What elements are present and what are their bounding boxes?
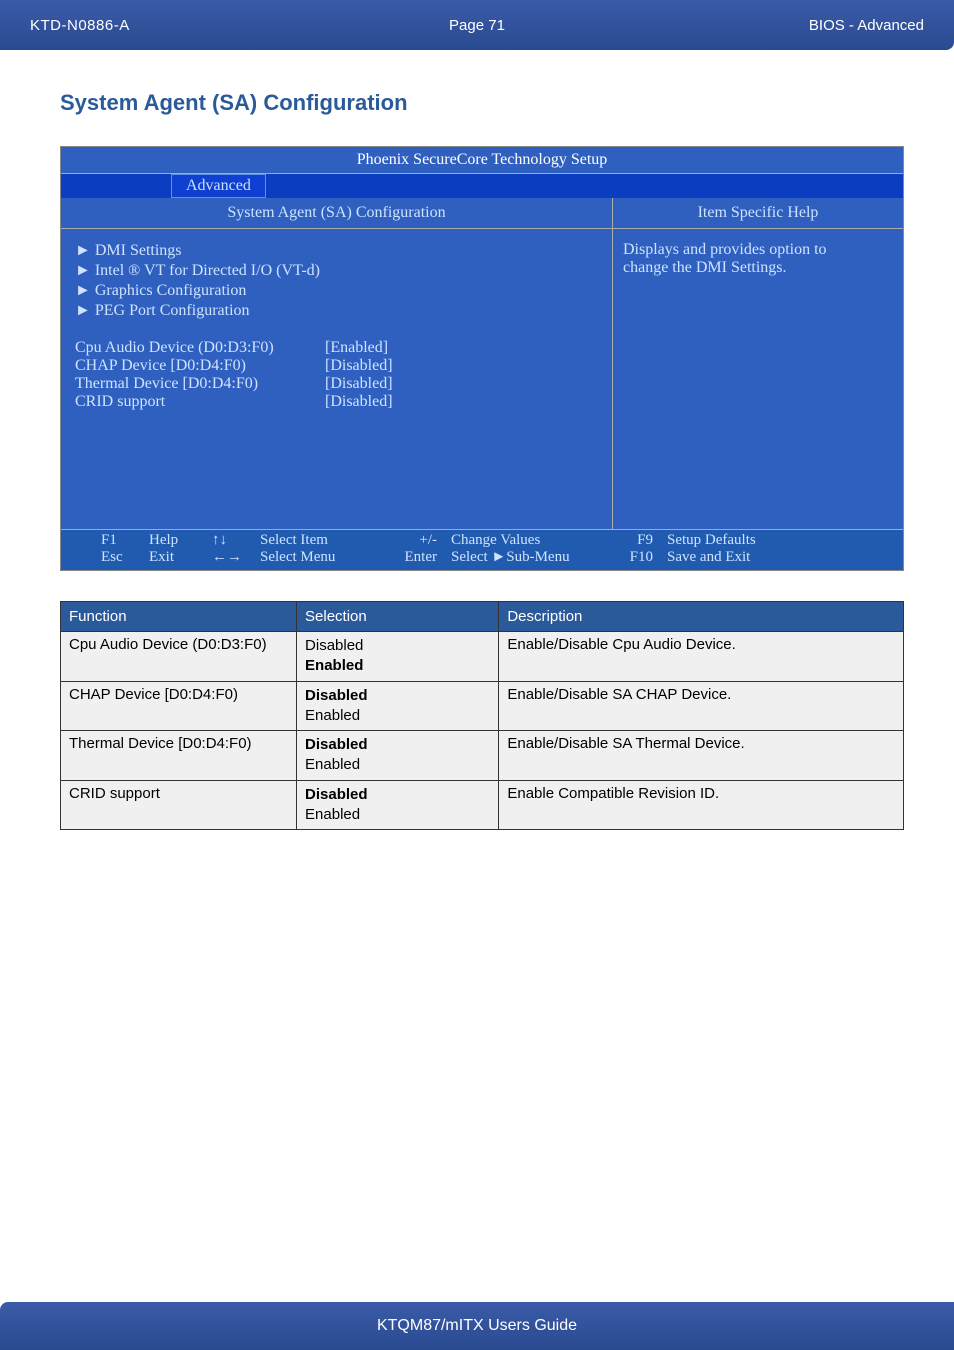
page-footer: KTQM87/mITX Users Guide — [0, 1302, 954, 1350]
selection-option-default: Disabled — [305, 786, 368, 803]
table-row: CRID support Disabled Enabled Enable Com… — [61, 780, 904, 830]
menu-peg-port-config[interactable]: ►PEG Port Configuration — [75, 301, 592, 321]
setting-label: Thermal Device [D0:D4:F0) — [75, 375, 325, 393]
top-header-bar: KTD-N0886-A Page 71 BIOS - Advanced — [0, 0, 954, 50]
selection-cell: Disabled Enabled — [297, 780, 499, 830]
menu-label: DMI Settings — [95, 242, 182, 259]
triangle-icon: ► — [75, 302, 91, 319]
section-heading: System Agent (SA) Configuration — [60, 90, 904, 116]
col-selection: Selection — [297, 602, 499, 632]
selection-option: Enabled — [305, 707, 360, 724]
action-change-values: Change Values — [451, 532, 601, 549]
selection-option: Enabled — [305, 756, 360, 773]
selection-cell: Disabled Enabled — [297, 632, 499, 682]
key-f9: F9 — [609, 532, 659, 549]
func-cell: Cpu Audio Device (D0:D3:F0) — [61, 632, 297, 682]
key-f1: F1 — [101, 532, 141, 549]
action-select-menu: Select Menu — [260, 549, 380, 566]
arrow-leftright-icon: ←→ — [212, 549, 252, 566]
footer-text: KTQM87/mITX Users Guide — [377, 1317, 577, 1335]
func-cell: CRID support — [61, 780, 297, 830]
table-row: Cpu Audio Device (D0:D3:F0) Disabled Ena… — [61, 632, 904, 682]
bios-keymap-footer: F1 Help ↑↓ Select Item +/- Change Values… — [61, 530, 903, 570]
key-help-label: Help — [149, 532, 204, 549]
menu-graphics-config[interactable]: ►Graphics Configuration — [75, 281, 592, 301]
action-select-submenu: Select ►Sub-Menu — [451, 549, 601, 566]
triangle-icon: ► — [75, 282, 91, 299]
description-cell: Enable/Disable SA CHAP Device. — [499, 681, 904, 731]
bios-left-header: System Agent (SA) Configuration — [61, 198, 612, 229]
description-cell: Enable/Disable SA Thermal Device. — [499, 731, 904, 781]
triangle-icon: ► — [75, 242, 91, 259]
setting-value: [Enabled] — [325, 339, 388, 357]
setting-value: [Disabled] — [325, 357, 393, 375]
bios-tab-row: Advanced — [61, 174, 903, 198]
setting-cpu-audio[interactable]: Cpu Audio Device (D0:D3:F0) [Enabled] — [75, 339, 592, 357]
selection-cell: Disabled Enabled — [297, 731, 499, 781]
menu-dmi-settings[interactable]: ►DMI Settings — [75, 241, 592, 261]
key-f10: F10 — [609, 549, 659, 566]
setting-value: [Disabled] — [325, 393, 393, 411]
help-text-line: Displays and provides option to — [623, 241, 893, 259]
help-text-line: change the DMI Settings. — [623, 259, 893, 277]
selection-option-default: Disabled — [305, 736, 368, 753]
action-setup-defaults: Setup Defaults — [667, 532, 756, 549]
col-description: Description — [499, 602, 904, 632]
selection-option: Enabled — [305, 806, 360, 823]
menu-label: Intel ® VT for Directed I/O (VT-d) — [95, 262, 320, 279]
func-cell: Thermal Device [D0:D4:F0) — [61, 731, 297, 781]
key-esc: Esc — [101, 549, 141, 566]
setting-label: CRID support — [75, 393, 325, 411]
bios-left-pane: System Agent (SA) Configuration ►DMI Set… — [61, 198, 613, 529]
menu-label: Graphics Configuration — [95, 282, 247, 299]
triangle-icon: ► — [75, 262, 91, 279]
setting-label: CHAP Device [D0:D4:F0) — [75, 357, 325, 375]
page-number: Page 71 — [449, 17, 505, 34]
description-cell: Enable/Disable Cpu Audio Device. — [499, 632, 904, 682]
menu-label: PEG Port Configuration — [95, 302, 250, 319]
key-plus-minus: +/- — [388, 532, 443, 549]
key-exit-label: Exit — [149, 549, 204, 566]
func-cell: CHAP Device [D0:D4:F0) — [61, 681, 297, 731]
bios-title: Phoenix SecureCore Technology Setup — [61, 147, 903, 174]
bios-help-pane: Item Specific Help Displays and provides… — [613, 198, 903, 529]
section-label: BIOS - Advanced — [809, 17, 954, 34]
action-save-exit: Save and Exit — [667, 549, 750, 566]
bios-help-header: Item Specific Help — [613, 198, 903, 229]
setting-chap-device[interactable]: CHAP Device [D0:D4:F0) [Disabled] — [75, 357, 592, 375]
menu-intel-vt-d[interactable]: ►Intel ® VT for Directed I/O (VT-d) — [75, 261, 592, 281]
tab-advanced[interactable]: Advanced — [171, 174, 266, 198]
description-cell: Enable Compatible Revision ID. — [499, 780, 904, 830]
bios-screenshot: Phoenix SecureCore Technology Setup Adva… — [60, 146, 904, 571]
arrow-updown-icon: ↑↓ — [212, 532, 252, 549]
function-table: Function Selection Description Cpu Audio… — [60, 601, 904, 830]
page-body: System Agent (SA) Configuration Phoenix … — [0, 50, 954, 830]
setting-value: [Disabled] — [325, 375, 393, 393]
selection-option-default: Disabled — [305, 687, 368, 704]
selection-option: Disabled — [305, 637, 363, 654]
table-row: Thermal Device [D0:D4:F0) Disabled Enabl… — [61, 731, 904, 781]
setting-crid-support[interactable]: CRID support [Disabled] — [75, 393, 592, 411]
key-enter: Enter — [388, 549, 443, 566]
doc-id: KTD-N0886-A — [0, 17, 130, 34]
selection-cell: Disabled Enabled — [297, 681, 499, 731]
table-row: CHAP Device [D0:D4:F0) Disabled Enabled … — [61, 681, 904, 731]
col-function: Function — [61, 602, 297, 632]
selection-option-default: Enabled — [305, 657, 363, 674]
setting-label: Cpu Audio Device (D0:D3:F0) — [75, 339, 325, 357]
action-select-item: Select Item — [260, 532, 380, 549]
setting-thermal-device[interactable]: Thermal Device [D0:D4:F0) [Disabled] — [75, 375, 592, 393]
